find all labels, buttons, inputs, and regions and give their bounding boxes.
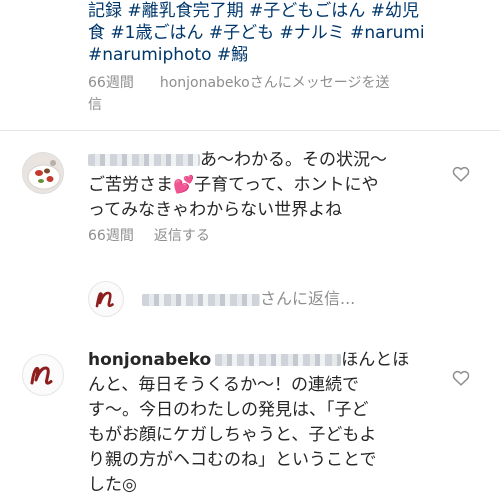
own-avatar	[88, 281, 124, 317]
comment-body: あ〜わかる。その状況〜 ご苦労さま💕子育てって、ホントにや ってみなきゃわからな…	[88, 148, 448, 223]
comment-meta: 66週間 返信する	[88, 226, 210, 246]
hashtag-line[interactable]: 食 #1歳ごはん #子ども #ナルミ #narumi	[88, 22, 488, 44]
heart-outline-icon	[452, 166, 470, 182]
commenter-avatar[interactable]	[22, 152, 64, 194]
redacted-mention[interactable]	[215, 354, 342, 366]
comment-text: ご苦労さま	[88, 175, 173, 195]
redacted-username[interactable]	[88, 154, 200, 166]
send-message-link-cont[interactable]: 信	[88, 97, 102, 113]
reply-button[interactable]: 返信する	[154, 228, 210, 244]
hashtag-line[interactable]: #narumiphoto #鰯	[88, 44, 488, 66]
send-message-link[interactable]: honjonabekoさんにメッセージを送	[160, 75, 390, 91]
like-button[interactable]	[452, 166, 470, 182]
comment-text: ってみなきゃわからない世界よね	[88, 200, 343, 220]
caption-meta: 66週間 honjonabekoさんにメッセージを送 信	[88, 72, 488, 116]
comment-body: honjonabeko ほんとほ んと、毎日そうくるか〜！の連続で す〜。今日のわ…	[88, 348, 448, 498]
like-button[interactable]	[452, 370, 470, 386]
redacted-username	[142, 293, 260, 306]
comment-username[interactable]: honjonabeko	[88, 350, 211, 370]
food-photo-thumbnail	[23, 153, 63, 193]
caption-hashtags: 記録 #離乳食完了期 #子どもごはん #幼児 食 #1歳ごはん #子ども #ナル…	[88, 0, 488, 66]
comment-text: ほんとほ	[341, 350, 410, 370]
divider	[0, 130, 500, 131]
n-logo-icon	[30, 366, 53, 385]
heart-outline-icon	[452, 370, 470, 386]
comment-text: もがお顔にケガしちゃうと、子どもよ	[88, 425, 377, 445]
heart-emoji: 💕	[173, 175, 195, 195]
comment-text: り親の方がヘコむのね」ということで	[88, 450, 377, 470]
comment-text: あ〜わかる。その状況〜	[200, 150, 387, 170]
hashtag-line[interactable]: 記録 #離乳食完了期 #子どもごはん #幼児	[88, 0, 488, 22]
comment-timestamp: 66週間	[88, 228, 134, 244]
comment-text: す〜。今日のわたしの発見は、「子ど	[88, 400, 369, 420]
reply-input[interactable]: さんに返信...	[142, 287, 472, 311]
commenter-avatar[interactable]	[22, 354, 64, 396]
caption-timestamp: 66週間	[88, 75, 134, 91]
reply-placeholder: さんに返信...	[260, 289, 356, 308]
comment-text: 子育てって、ホントにや	[194, 175, 379, 195]
n-logo-icon	[95, 291, 114, 308]
comment-text: した◎	[88, 475, 137, 495]
comment-text: んと、毎日そうくるか〜！の連続で	[88, 375, 359, 395]
